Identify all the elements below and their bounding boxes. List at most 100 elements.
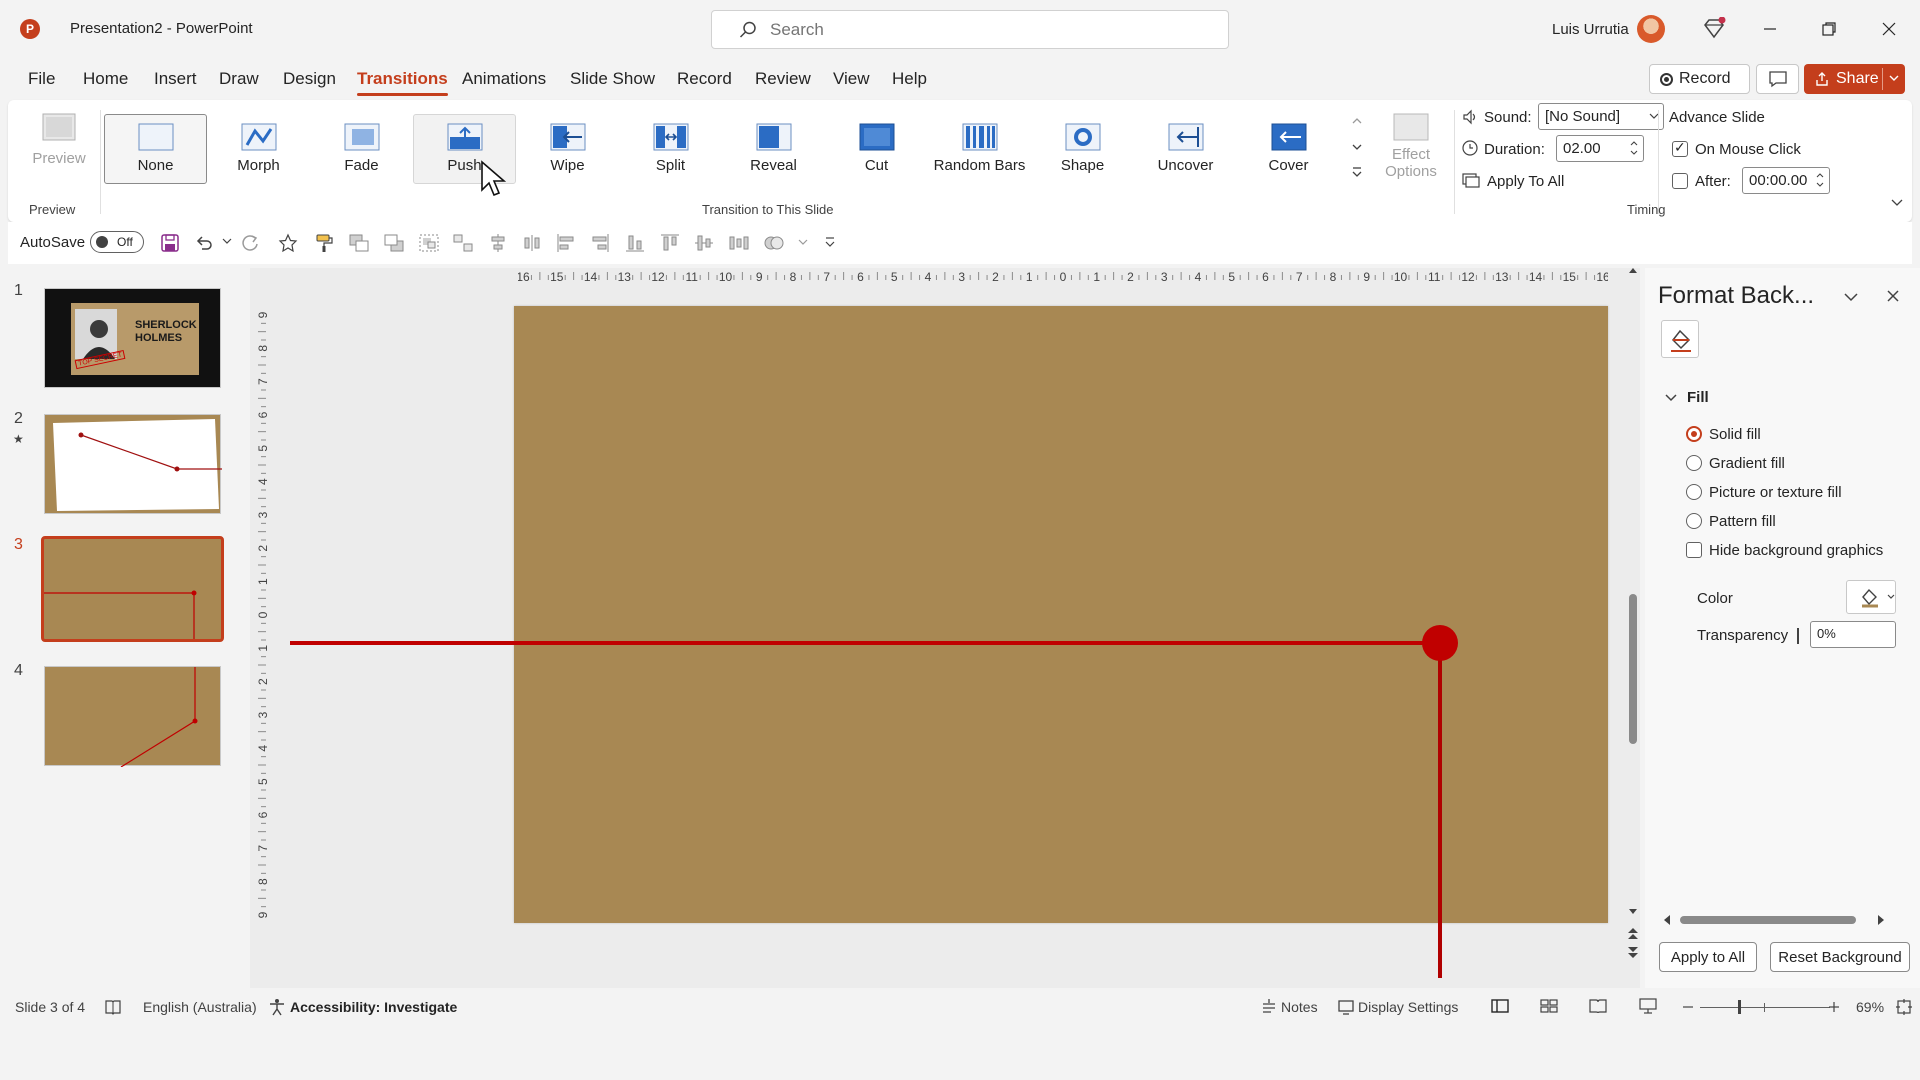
transition-morph[interactable]: Morph: [207, 114, 310, 184]
after-time-input[interactable]: 00:00.00: [1742, 167, 1830, 194]
tab-transitions[interactable]: Transitions: [357, 69, 448, 96]
tab-slide-show[interactable]: Slide Show: [570, 69, 655, 89]
effect-options-button[interactable]: Effect Options: [1374, 110, 1448, 200]
tab-insert[interactable]: Insert: [154, 69, 197, 89]
bring-forward-icon[interactable]: [348, 233, 370, 253]
align-middle-icon[interactable]: [694, 233, 714, 253]
zoom-slider-thumb[interactable]: [1738, 1000, 1741, 1014]
autosave-toggle[interactable]: Off: [90, 231, 144, 253]
apply-to-all-button[interactable]: Apply To All: [1487, 173, 1564, 190]
fill-section-label[interactable]: Fill: [1687, 389, 1709, 406]
spinner-icon[interactable]: [1815, 170, 1825, 190]
scroll-up-icon[interactable]: [1628, 266, 1638, 276]
avatar[interactable]: [1637, 15, 1665, 43]
star-icon[interactable]: [278, 233, 298, 253]
picture-fill-radio[interactable]: [1686, 484, 1702, 500]
comments-button[interactable]: [1756, 64, 1799, 94]
zoom-slider[interactable]: [1700, 1007, 1830, 1008]
zoom-level[interactable]: 69%: [1856, 999, 1884, 1015]
spinner-icon[interactable]: [1629, 138, 1639, 158]
notes-button[interactable]: Notes: [1281, 999, 1318, 1015]
pane-options-chevron-icon[interactable]: [1843, 292, 1859, 302]
restore-icon[interactable]: [1814, 14, 1844, 44]
tab-record[interactable]: Record: [677, 69, 732, 89]
transition-wipe[interactable]: Wipe: [516, 114, 619, 184]
pane-scroll-left-icon[interactable]: [1662, 914, 1672, 926]
tab-design[interactable]: Design: [283, 69, 336, 89]
send-backward-icon[interactable]: [383, 233, 405, 253]
distribute-icon[interactable]: [522, 233, 542, 253]
transition-uncover[interactable]: Uncover: [1134, 114, 1237, 184]
color-picker-button[interactable]: [1846, 580, 1896, 614]
reading-view-icon[interactable]: [1588, 997, 1608, 1015]
section-collapse-icon[interactable]: [1665, 393, 1677, 403]
zoom-in-icon[interactable]: [1828, 1001, 1840, 1013]
language-label[interactable]: English (Australia): [143, 999, 257, 1015]
duration-input[interactable]: 02.00: [1556, 135, 1644, 162]
undo-icon[interactable]: [194, 233, 214, 253]
previous-slide-icon[interactable]: [1627, 926, 1639, 940]
slide-canvas[interactable]: [514, 306, 1608, 923]
slide-sorter-icon[interactable]: [1539, 997, 1559, 1015]
slide-thumbnail-4[interactable]: [44, 666, 221, 767]
slide-thumbnail-1[interactable]: SHERLOCK HOLMES TOP SECRET: [44, 288, 221, 388]
record-button[interactable]: Record: [1649, 64, 1750, 94]
transition-cover[interactable]: Cover: [1237, 114, 1340, 184]
on-mouse-click-checkbox[interactable]: [1672, 139, 1688, 157]
gallery-more-icon[interactable]: [1351, 166, 1363, 178]
transition-none[interactable]: None: [104, 114, 207, 184]
tab-animations[interactable]: Animations: [462, 69, 546, 89]
tab-home[interactable]: Home: [83, 69, 128, 89]
transition-reveal[interactable]: Reveal: [722, 114, 825, 184]
pattern-fill-radio[interactable]: [1686, 513, 1702, 529]
fill-tab-button[interactable]: [1661, 320, 1699, 358]
accessibility-status[interactable]: Accessibility: Investigate: [290, 999, 457, 1015]
tab-draw[interactable]: Draw: [219, 69, 259, 89]
slide-thumbnail-3[interactable]: [41, 536, 224, 642]
chevron-down-icon[interactable]: [798, 238, 808, 246]
after-checkbox[interactable]: [1672, 173, 1688, 189]
align-center-icon[interactable]: [488, 233, 508, 253]
search-box[interactable]: [711, 10, 1229, 49]
shape-union-icon[interactable]: [763, 233, 785, 253]
scroll-thumb[interactable]: [1629, 594, 1637, 744]
transparency-slider[interactable]: [1797, 628, 1799, 644]
transition-fade[interactable]: Fade: [310, 114, 413, 184]
spelling-check-icon[interactable]: [104, 998, 122, 1016]
fit-to-window-icon[interactable]: [1895, 998, 1913, 1016]
hide-background-checkbox[interactable]: [1686, 542, 1702, 558]
pane-scroll-thumb[interactable]: [1680, 916, 1856, 924]
slide-show-view-icon[interactable]: [1638, 997, 1658, 1015]
align-left-icon[interactable]: [556, 233, 576, 253]
close-icon[interactable]: [1874, 14, 1904, 44]
reset-background-button[interactable]: Reset Background: [1770, 942, 1910, 972]
pane-close-icon[interactable]: [1885, 288, 1901, 304]
distribute-horizontal-icon[interactable]: [728, 233, 750, 253]
solid-fill-label[interactable]: Solid fill: [1709, 426, 1761, 443]
customize-toolbar-icon[interactable]: [824, 236, 836, 248]
user-name[interactable]: Luis Urrutia: [1552, 21, 1629, 38]
ungroup-icon[interactable]: [452, 233, 474, 253]
preview-button[interactable]: Preview: [24, 110, 94, 190]
editor-vertical-scrollbar[interactable]: [1626, 266, 1640, 966]
collapse-ribbon-icon[interactable]: [1890, 198, 1904, 208]
gradient-fill-label[interactable]: Gradient fill: [1709, 455, 1785, 472]
align-right-icon[interactable]: [590, 233, 610, 253]
pane-scroll-right-icon[interactable]: [1876, 914, 1886, 926]
pattern-fill-label[interactable]: Pattern fill: [1709, 513, 1776, 530]
chevron-down-icon[interactable]: [1889, 73, 1899, 83]
slide-thumbnail-2[interactable]: [44, 414, 222, 514]
format-painter-icon[interactable]: [314, 233, 334, 253]
gallery-scroll-down-icon[interactable]: [1351, 142, 1363, 152]
normal-view-icon[interactable]: [1490, 997, 1510, 1015]
gradient-fill-radio[interactable]: [1686, 455, 1702, 471]
sound-select[interactable]: [No Sound]: [1538, 103, 1664, 130]
share-button[interactable]: Share: [1804, 64, 1905, 94]
group-icon[interactable]: [418, 233, 440, 253]
zoom-out-icon[interactable]: [1682, 1001, 1694, 1013]
apply-to-all-button[interactable]: Apply to All: [1659, 942, 1757, 972]
align-bottom-icon[interactable]: [625, 233, 645, 253]
tab-help[interactable]: Help: [892, 69, 927, 89]
hide-background-label[interactable]: Hide background graphics: [1709, 542, 1883, 559]
display-settings-button[interactable]: Display Settings: [1358, 999, 1458, 1015]
